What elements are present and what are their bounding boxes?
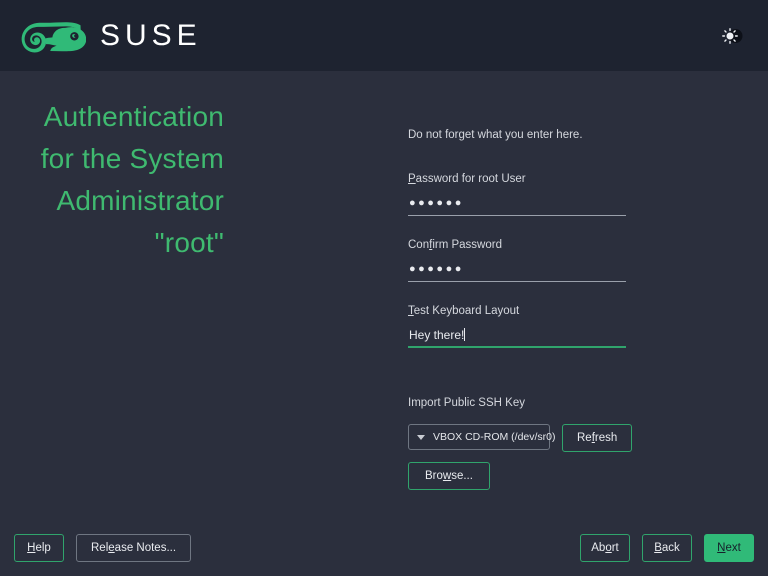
mnemonic-char: N <box>717 542 726 554</box>
mnemonic-char: H <box>27 542 36 554</box>
page-title-line: for the System <box>40 143 224 174</box>
footer-left-actions: Help Rel e ase Notes... <box>14 534 192 562</box>
ssh-device-row: VBOX CD-ROM (/dev/sr0) Re f resh <box>408 424 638 452</box>
release-notes-button[interactable]: Rel e ase Notes... <box>76 534 192 562</box>
next-button[interactable]: Next <box>704 534 754 562</box>
input-confirm-password[interactable] <box>408 262 626 282</box>
ssh-device-select[interactable]: VBOX CD-ROM (/dev/sr0) <box>408 424 556 450</box>
btn-text: ack <box>661 542 680 554</box>
suse-installer-window: SUSE Authentication for the System Admin… <box>0 0 768 576</box>
input-root-password[interactable] <box>408 196 626 216</box>
label-text: assword for root User <box>415 173 526 185</box>
page-title-line: Administrator <box>56 185 224 216</box>
mnemonic-char: B <box>654 542 662 554</box>
btn-text-prefix: Rel <box>91 542 109 554</box>
label-root-password: Password for root User <box>408 172 638 186</box>
refresh-button[interactable]: Re f resh <box>562 424 633 452</box>
btn-text: resh <box>594 432 618 444</box>
brand-name: SUSE <box>100 18 202 52</box>
authentication-form: Do not forget what you enter here. Passw… <box>408 128 638 490</box>
page-title-line: "root" <box>154 227 224 258</box>
input-test-keyboard-value: Hey there! <box>409 328 465 342</box>
footer-right-actions: Ab o rt Back Next <box>580 534 754 562</box>
btn-text: ase Notes... <box>114 542 177 554</box>
form-hint: Do not forget what you enter here. <box>408 129 583 141</box>
field-root-password: Password for root User <box>408 172 638 216</box>
btn-text-prefix: Ab <box>591 542 606 554</box>
btn-text: ext <box>725 542 741 554</box>
suse-brand: SUSE <box>20 16 202 56</box>
abort-button[interactable]: Ab o rt <box>580 534 630 562</box>
label-confirm-password: Confirm Password <box>408 238 638 252</box>
browse-button[interactable]: Bro w se... <box>408 462 490 490</box>
ssh-key-section: Import Public SSH Key VBOX CD-ROM (/dev/… <box>408 396 638 490</box>
label-text: est Keyboard Layout <box>413 305 520 317</box>
ssh-device-selected-value: VBOX CD-ROM (/dev/sr0) <box>433 431 556 443</box>
btn-text: se... <box>451 470 473 482</box>
page-title: Authentication for the System Administra… <box>0 96 248 264</box>
mnemonic-char: w <box>442 470 452 482</box>
field-confirm-password: Confirm Password <box>408 238 638 282</box>
back-button[interactable]: Back <box>642 534 692 562</box>
sun-moon-theme-icon[interactable] <box>720 25 744 47</box>
chevron-down-icon <box>417 434 425 440</box>
field-test-keyboard-layout: Test Keyboard Layout Hey there! <box>408 304 638 348</box>
label-text-prefix: Con <box>408 239 430 251</box>
label-text: irm Password <box>432 239 502 251</box>
label-test-keyboard-layout: Test Keyboard Layout <box>408 304 638 318</box>
btn-text-prefix: Bro <box>425 470 443 482</box>
label-import-ssh-key: Import Public SSH Key <box>408 397 525 409</box>
help-button[interactable]: Help <box>14 534 64 562</box>
page-title-line: Authentication <box>43 101 224 132</box>
btn-text: elp <box>35 542 51 554</box>
mnemonic-char: P <box>408 173 416 185</box>
input-test-keyboard-layout[interactable]: Hey there! <box>408 328 626 348</box>
suse-chameleon-logo <box>21 21 86 52</box>
app-header: SUSE <box>0 0 768 71</box>
btn-text: rt <box>611 542 619 554</box>
btn-text-prefix: Re <box>577 432 592 444</box>
text-cursor <box>464 328 466 341</box>
